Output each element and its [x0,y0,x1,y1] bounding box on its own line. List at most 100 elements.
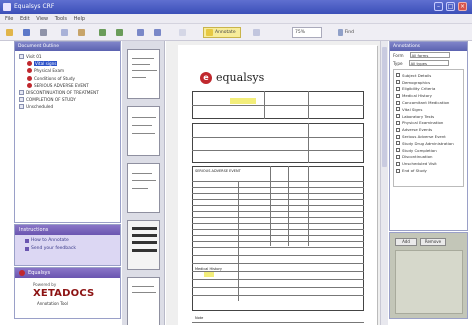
annotation-checklist-item[interactable]: Vital Signs [396,106,461,113]
annotation-checklist-item[interactable]: Physical Examination [396,120,461,127]
zoom-combo[interactable]: 75% [292,27,322,38]
checklist-label: Physical Examination [402,120,444,126]
annotation-checklist-item[interactable]: Unscheduled Visit [396,160,461,167]
subject-form-block [192,123,364,163]
scrollbar-thumb[interactable] [382,47,387,167]
form-icon [27,61,32,67]
annotation-checklist-item[interactable]: Laboratory Tests [396,113,461,120]
outline-item[interactable]: Visit 01 [17,53,118,60]
search-icon [338,29,343,36]
task-link-feedback[interactable]: Send your feedback [25,246,120,251]
outline-item[interactable]: DISCONTINUATION OF TREATMENT [17,89,118,96]
checkbox[interactable] [396,134,400,139]
powered-by-text: Powered by [33,282,57,287]
checkbox[interactable] [396,100,400,105]
menu-view[interactable]: View [36,14,48,24]
task-link-annotate[interactable]: How to Annotate [25,238,120,243]
outline-header: Document Outline [15,42,120,51]
checkbox[interactable] [396,161,400,166]
outline-item[interactable]: Unscheduled [17,103,118,110]
page-thumbnail[interactable] [127,106,160,156]
zoom-value: 75% [295,30,306,35]
checklist-label: Subject Details [402,72,432,78]
checkbox[interactable] [396,148,400,153]
menu-tools[interactable]: Tools [55,14,67,24]
bullet-icon [25,238,29,243]
redo-button[interactable] [113,27,128,38]
folder-icon [6,29,13,36]
bullet-icon [25,246,29,251]
annotation-checklist-item[interactable]: Adverse Events [396,126,461,133]
paste-button[interactable] [75,27,90,38]
pencil-icon [206,29,213,36]
annotation-checklist-item[interactable]: Subject Details [396,72,461,79]
close-button[interactable]: × [458,2,467,11]
save-button[interactable] [20,27,35,38]
find-button[interactable]: Find [335,27,357,38]
add-button[interactable]: Add [395,238,417,246]
pointer-button[interactable] [176,27,191,38]
checkbox[interactable] [396,86,400,91]
outline-item[interactable]: SERIOUS ADVERSE EVENT [17,82,118,89]
type-filter-select[interactable]: All types [408,60,449,66]
undo-button[interactable] [96,27,111,38]
checkbox[interactable] [396,154,400,159]
type-filter-label: Type [393,60,403,66]
checkbox[interactable] [396,80,400,85]
zoom-in-button[interactable] [134,27,149,38]
checkbox[interactable] [396,120,400,125]
page-thumbnail[interactable] [127,163,160,213]
checkbox[interactable] [396,73,400,78]
checkbox[interactable] [396,168,400,173]
outline-item[interactable]: Vital signs [17,60,118,67]
annotation-checklist-item[interactable]: Demographics [396,79,461,86]
annotate-button[interactable]: Annotate [203,27,241,38]
menu-help[interactable]: Help [74,14,85,24]
document-scrollbar[interactable] [380,41,388,325]
annotation-checklist-item[interactable]: Medical History [396,92,461,99]
annotation-checklist-item[interactable]: Serious Adverse Event [396,133,461,140]
outline-item-label: DISCONTINUATION OF TREATMENT [26,90,99,96]
annotation-checklist-item[interactable]: Eligibility Criteria [396,86,461,93]
print-button[interactable] [37,27,52,38]
folder-icon [19,97,24,103]
zoom-in-icon [137,29,144,36]
outline-item[interactable]: Conditions of Study [17,75,118,82]
checkbox[interactable] [396,114,400,119]
annotation-checklist-item[interactable]: Discontinuation [396,154,461,161]
annotation-details-panel: Add Remove [389,232,468,319]
highlight-annotation[interactable] [204,272,214,277]
annotation-checklist-item[interactable]: End of Study [396,167,461,174]
checkbox[interactable] [396,93,400,98]
task-label: Send your feedback [31,246,76,251]
maximize-button[interactable]: □ [446,2,455,11]
checklist-label: Study Completion [402,147,437,153]
form-filter-label: Form [393,52,404,58]
checkbox[interactable] [396,107,400,112]
checklist-label: Vital Signs [402,106,423,112]
document-view[interactable]: e equalsys SERIOUS ADVERSE EVENT Medical… [166,41,388,325]
remove-button[interactable]: Remove [420,238,446,246]
annotation-checklist-item[interactable]: Study Completion [396,147,461,154]
form-filter-select[interactable]: All forms [409,52,450,58]
comment-button[interactable] [250,27,265,38]
outline-panel: Document Outline Visit 01 Vital signs Phys… [14,41,121,223]
checkbox[interactable] [396,141,400,146]
highlight-annotation[interactable] [230,98,256,104]
menu-file[interactable]: File [5,14,13,24]
page-thumbnail[interactable] [127,277,160,325]
copy-button[interactable] [58,27,73,38]
annotation-checklist-item[interactable]: Study Drug Administration [396,140,461,147]
outline-item-label: Visit 01 [26,54,42,60]
task-label: How to Annotate [31,238,69,243]
page-thumbnail[interactable] [127,49,160,99]
minimize-button[interactable]: – [434,2,443,11]
annotation-checklist-item[interactable]: Concomitant Medication [396,99,461,106]
open-button[interactable] [3,27,18,38]
outline-item[interactable]: COMPLETION OF STUDY [17,96,118,103]
outline-item[interactable]: Physical Exam [17,67,118,74]
checkbox[interactable] [396,127,400,132]
zoom-out-button[interactable] [151,27,166,38]
page-thumbnail[interactable] [127,220,160,270]
menu-edit[interactable]: Edit [20,14,30,24]
